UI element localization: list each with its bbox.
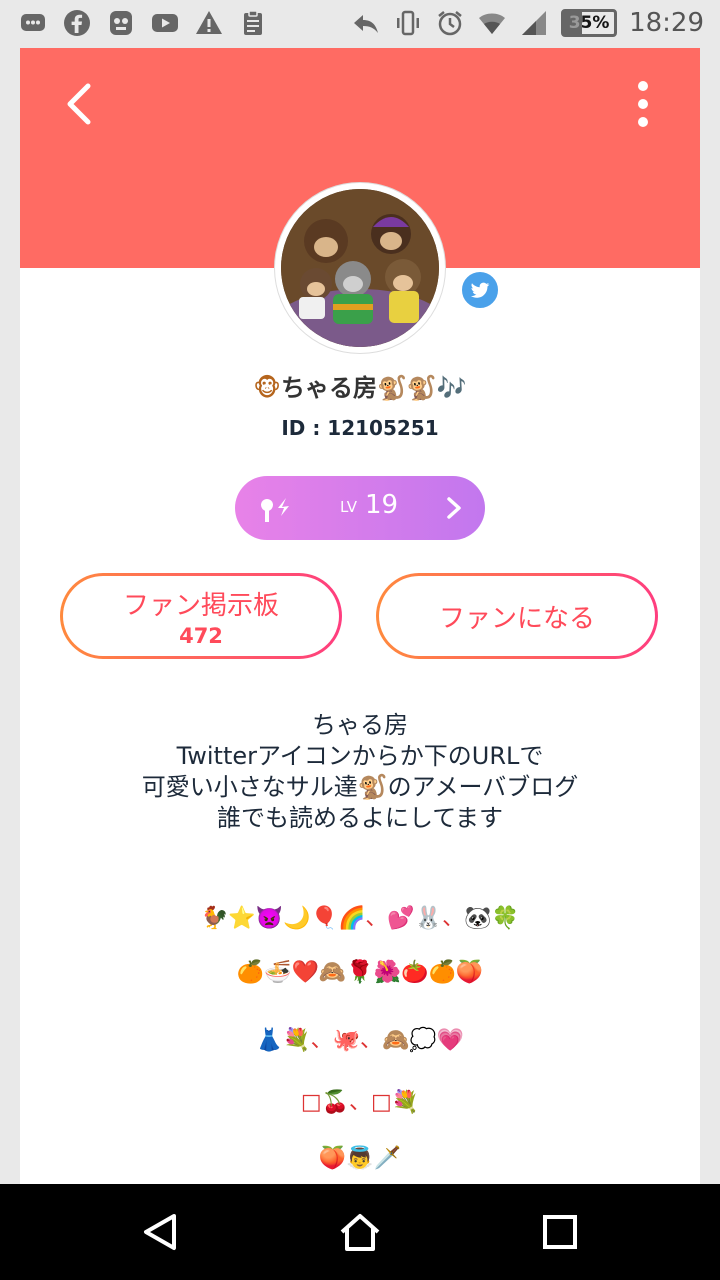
home-nav-icon (340, 1214, 380, 1251)
emoji-line: 🐓⭐👿🌙🎈🌈、💕🐰、🐼🍀 (201, 906, 519, 931)
recents-nav-button[interactable] (538, 1210, 582, 1254)
name-prefix-emoji: 🐵 (253, 374, 282, 402)
profile-name-text: ちゃる房 (281, 374, 378, 402)
fan-board-count: 472 (179, 623, 223, 648)
facebook-icon (62, 8, 92, 38)
level-value: 19 (365, 490, 399, 520)
back-nav-button[interactable] (138, 1210, 182, 1254)
more-vertical-icon (638, 81, 648, 127)
youtube-icon (150, 8, 180, 38)
become-fan-button[interactable]: ファンになる (376, 573, 658, 659)
vibrate-icon (393, 8, 423, 38)
recents-nav-icon (543, 1215, 577, 1249)
fan-board-label: ファン掲示板 (122, 590, 279, 621)
emoji-line: 🍊🍜❤️🙈🌹🌺🍅🍊🍑 (236, 960, 484, 985)
clipboard-icon (238, 8, 268, 38)
chevron-right-icon (447, 497, 461, 519)
status-bar: 35% 18:29 (0, 0, 720, 48)
avatar-image (281, 189, 439, 347)
level-button[interactable]: LV 19 (235, 476, 485, 540)
bio-line: 誰でも読めるよにしてます (216, 804, 504, 832)
battery-percent: 35% (568, 13, 610, 33)
signal-icon (519, 8, 549, 38)
back-button[interactable] (60, 82, 100, 126)
bio-line: 可愛い小さなサル達🐒のアメーバブログ (141, 773, 579, 801)
user-id: ID : 12105251 (281, 416, 439, 440)
home-nav-button[interactable] (338, 1210, 382, 1254)
become-fan-label: ファンになる (438, 603, 595, 634)
reply-icon (351, 8, 381, 38)
fan-board-button[interactable]: ファン掲示板 472 (60, 573, 342, 659)
wifi-icon (477, 8, 507, 38)
emoji-line: 🍑👼🗡️ (318, 1146, 402, 1171)
battery-indicator: 35% (561, 9, 618, 37)
more-menu-button[interactable] (628, 78, 658, 130)
ghost-icon (106, 8, 136, 38)
emoji-line: 👗💐、🐙、🙈💭💗 (255, 1028, 465, 1053)
emoji-line: □🍒、□💐 (300, 1090, 420, 1115)
key-icon (261, 498, 289, 522)
clock: 18:29 (629, 8, 704, 38)
bio-line: ちゃる房 (312, 711, 408, 739)
profile-card: 🐵ちゃる房🐒🐒🎶 ID : 12105251 LV 19 ファン掲示板 472 … (20, 48, 700, 1184)
chevron-left-icon (67, 83, 91, 125)
avatar[interactable] (275, 183, 445, 353)
profile-name: 🐵ちゃる房🐒🐒🎶 (20, 368, 700, 403)
alarm-icon (435, 8, 465, 38)
chat-icon (18, 8, 48, 38)
bio-line: Twitterアイコンからか下のURLで (176, 742, 544, 770)
monkey-emoji: 🐒 (357, 773, 388, 801)
twitter-icon (470, 282, 490, 298)
profile-bio: ちゃる房 Twitterアイコンからか下のURLで 可愛い小さなサル達🐒のアメー… (20, 710, 700, 834)
warning-icon (194, 8, 224, 38)
name-suffix-emoji: 🐒🐒🎶 (377, 374, 467, 402)
level-prefix: LV (340, 498, 357, 516)
back-nav-icon (144, 1214, 176, 1250)
navigation-bar (0, 1184, 720, 1280)
twitter-link-button[interactable] (460, 270, 500, 310)
